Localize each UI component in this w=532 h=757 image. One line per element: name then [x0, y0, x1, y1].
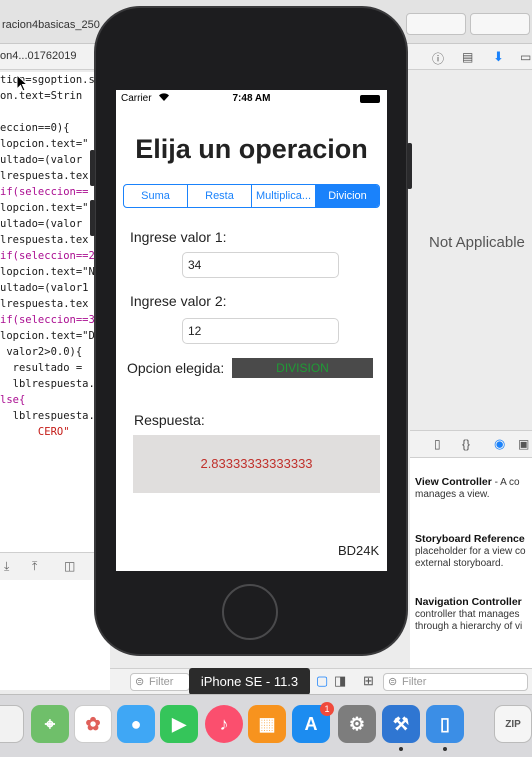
music-icon[interactable]: ♪: [205, 705, 243, 743]
value-2-label: Ingrese valor 2:: [130, 293, 227, 309]
simulator-running-dot: [443, 747, 447, 751]
size-icon[interactable]: ▭: [520, 50, 531, 64]
dock-icon-preview[interactable]: [0, 705, 24, 743]
library-item-storyboard-reference[interactable]: Storyboard Reference placeholder for a v…: [415, 533, 532, 570]
respuesta-value: 2.83333333333333: [133, 435, 380, 493]
maps-icon[interactable]: ⌖: [31, 705, 69, 743]
status-time: 7:48 AM: [232, 93, 271, 104]
jump-bar-path[interactable]: on4...01762019: [0, 50, 76, 62]
split-icon[interactable]: ◫: [64, 559, 75, 573]
identity-icon[interactable]: ▤: [462, 50, 473, 64]
mouse-cursor-icon: [16, 74, 28, 92]
messages-icon[interactable]: ●: [117, 705, 155, 743]
system-preferences-icon[interactable]: ⚙: [338, 705, 376, 743]
help-icon[interactable]: ⓘ: [432, 50, 444, 67]
zip-file-icon[interactable]: ZIP: [494, 705, 532, 743]
app-screen: Carrier 7:48 AM Elija un operacion Suma …: [116, 90, 387, 571]
library-tab-bar: ▯ {} ◉ ▣: [410, 430, 532, 458]
xcode-running-dot: [399, 747, 403, 751]
segment-multiplicacion[interactable]: Multiplica...: [252, 185, 316, 207]
photos-icon[interactable]: ✿: [74, 705, 112, 743]
outline-filter-input[interactable]: Filter: [130, 673, 190, 691]
opcion-label: Opcion elegida:: [127, 360, 225, 376]
signature-label: BD24K: [338, 543, 380, 558]
power-button: [407, 143, 412, 189]
app-store-badge: 1: [320, 702, 334, 716]
value-1-input[interactable]: 34: [182, 252, 339, 278]
opcion-value: DIVISION: [232, 358, 373, 378]
xcode-icon[interactable]: ⚒: [382, 705, 420, 743]
layout-toggle-icon[interactable]: ▢: [316, 673, 328, 689]
volume-down-button: [90, 200, 95, 236]
status-bar: Carrier 7:48 AM: [116, 90, 387, 108]
media-library-icon[interactable]: ▣: [518, 437, 529, 451]
library-item-navigation-controller[interactable]: Navigation Controller controller that ma…: [415, 596, 532, 633]
respuesta-label: Respuesta:: [134, 412, 205, 428]
library-item-desc: controller that manages through a hierar…: [415, 609, 523, 632]
page-title: Elija un operacion: [135, 134, 368, 164]
simulator-icon[interactable]: ▯: [426, 705, 464, 743]
operation-segmented-control[interactable]: Suma Resta Multiplica... Divicion: [123, 184, 380, 208]
desktop: racion4basicas_250 on4...01762019 ⓘ ▤ ⬇ …: [0, 0, 532, 757]
editor-mode-segment[interactable]: [406, 13, 466, 35]
library-item-view-controller[interactable]: View Controller - A co manages a view.: [415, 476, 532, 501]
volume-up-button: [90, 150, 95, 186]
library-filter-input[interactable]: Filter: [383, 673, 528, 691]
download-icon[interactable]: ⤓: [4, 559, 9, 574]
value-2-input[interactable]: 12: [182, 318, 339, 344]
library-item-title: View Controller: [415, 476, 492, 488]
segment-divicion[interactable]: Divicion: [316, 185, 379, 207]
library-item-title: Navigation Controller: [415, 596, 522, 608]
object-library-icon[interactable]: ◉: [494, 436, 505, 452]
grid-view-icon[interactable]: ⊞: [363, 673, 374, 689]
object-library-list: View Controller - A co manages a view. S…: [410, 458, 532, 668]
not-applicable-text: Not Applicable: [429, 234, 525, 251]
library-filter-bar: ⊞ Filter: [355, 668, 532, 694]
dock: ⌖ ✿ ● ▶ ♪ ▦ A 1 ⚙ ⚒ ▯ ZIP: [0, 694, 532, 757]
simulator-tooltip: iPhone SE - 11.3: [189, 668, 310, 695]
facetime-icon[interactable]: ▶: [160, 705, 198, 743]
navigation-segment[interactable]: [470, 13, 530, 35]
upload-icon[interactable]: ⤒: [32, 559, 37, 574]
library-item-desc: placeholder for a view co external story…: [415, 546, 526, 569]
value-1-label: Ingrese valor 1:: [130, 229, 227, 245]
segment-suma[interactable]: Suma: [124, 185, 188, 207]
code-snippet-icon[interactable]: {}: [462, 437, 470, 451]
books-icon[interactable]: ▦: [248, 705, 286, 743]
file-template-icon[interactable]: ▯: [434, 437, 441, 451]
battery-icon: [360, 95, 380, 103]
sidebar-toggle-icon[interactable]: ◨: [334, 673, 346, 689]
home-button[interactable]: [222, 584, 278, 640]
segment-resta[interactable]: Resta: [188, 185, 252, 207]
attributes-icon[interactable]: ⬇: [493, 49, 504, 65]
library-item-title: Storyboard Reference: [415, 533, 525, 545]
